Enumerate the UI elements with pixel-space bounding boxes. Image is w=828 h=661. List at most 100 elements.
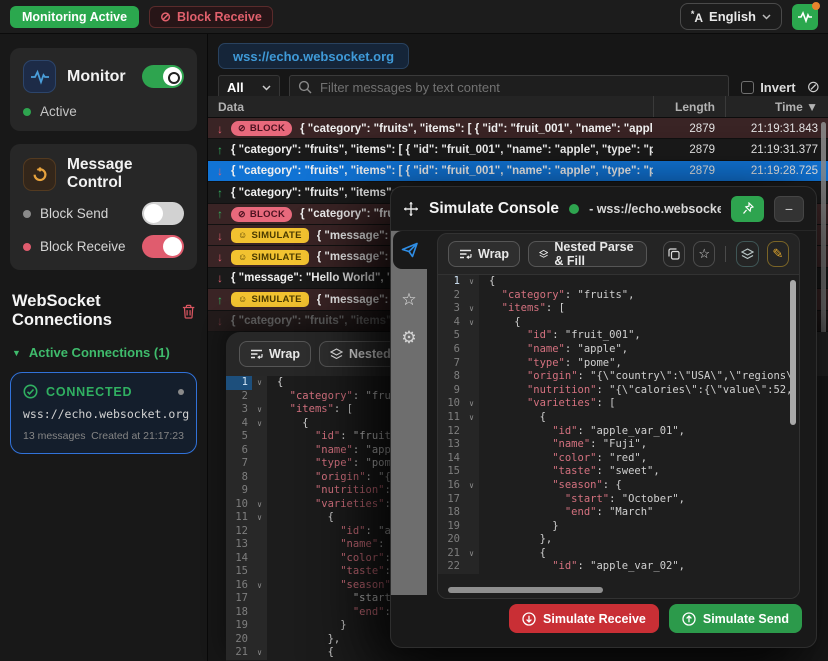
simulate-receive-label: Simulate Receive [543,612,646,626]
favorite-button[interactable]: ☆ [693,241,715,267]
fold-toggle-icon [464,506,479,520]
receive-arrow-icon: ↓ [217,122,231,136]
invert-checkbox[interactable] [741,81,754,94]
line-number: 17 [438,493,464,507]
tab-favorites[interactable]: ☆ [391,281,427,319]
fold-toggle-icon[interactable]: ∨ [464,397,479,411]
simulate-receive-button[interactable]: Simulate Receive [509,604,659,633]
code-line: 13 "name": "Fuji", [438,438,799,452]
code-text: } [267,619,347,633]
code-text: { [479,547,546,561]
code-line: 16∨ "season": { [438,479,799,493]
code-text: "id": "fruit_001", [479,329,641,343]
fold-toggle-icon[interactable]: ∨ [252,417,267,431]
fold-toggle-icon[interactable]: ∨ [464,275,479,289]
nested-parse-fill-button[interactable]: Nested Parse & Fill [528,241,647,267]
wrap-button[interactable]: Wrap [239,341,311,367]
modal-connection-url: - wss://echo.websocket.org [589,202,721,216]
modal-editor[interactable]: 1∨{2 "category": "fruits",3∨ "items": [4… [438,274,799,598]
message-control-card: Message Control Block Send Block Receive [10,144,197,270]
line-number: 9 [226,484,252,498]
code-text: "name": "Fuji", [479,438,647,452]
tab-simulate[interactable] [393,231,427,269]
nested-parse-fill-label: Nested Parse & Fill [554,240,635,268]
fold-toggle-icon [464,329,479,343]
line-number: 16 [438,479,464,493]
stack-view-button[interactable] [736,241,758,267]
fold-toggle-icon[interactable]: ∨ [464,479,479,493]
collapse-triangle-icon: ▼ [12,348,21,358]
code-text: "items": [ [479,302,565,316]
vertical-scrollbar[interactable] [790,280,796,425]
table-row[interactable]: ↓{ "category": "fruits", "items": [ { "i… [208,161,828,182]
fold-toggle-icon [464,438,479,452]
simulate-send-button[interactable]: Simulate Send [669,604,802,633]
line-number: 21 [226,646,252,660]
code-line: 3∨ "items": [ [438,302,799,316]
line-number: 3 [438,302,464,316]
fold-toggle-icon[interactable]: ∨ [252,498,267,512]
column-time-sort[interactable]: Time ▼ [725,96,828,117]
fold-toggle-icon[interactable]: ∨ [464,547,479,561]
code-text: { [267,511,334,525]
block-send-toggle[interactable] [142,202,184,225]
fold-toggle-icon[interactable]: ∨ [464,316,479,330]
fold-toggle-icon[interactable]: ∨ [464,302,479,316]
move-handle-icon[interactable] [403,201,419,217]
fold-toggle-icon[interactable]: ∨ [252,646,267,660]
line-number: 20 [438,533,464,547]
wrap-icon [250,349,263,359]
edit-button[interactable]: ✎ [767,241,789,267]
code-line: 4∨ { [438,316,799,330]
wrap-label: Wrap [269,347,300,361]
line-number: 7 [438,357,464,371]
code-text: } [479,520,559,534]
fold-toggle-icon[interactable]: ∨ [464,411,479,425]
tab-settings[interactable]: ⚙ [391,319,427,357]
code-line: 14 "color": "red", [438,452,799,466]
monitor-toggle[interactable] [142,65,184,88]
code-text: "varieties": [267,498,397,512]
connection-url-tab[interactable]: wss://echo.websocket.org [218,43,409,69]
monitor-title: Monitor [67,68,131,86]
horizontal-scrollbar[interactable] [448,587,603,593]
fold-toggle-icon [252,471,267,485]
code-line: 15 "taste": "sweet", [438,465,799,479]
connection-message-count: 13 messages [23,430,85,442]
extension-logo[interactable] [792,4,818,30]
fold-toggle-icon[interactable]: ∨ [252,403,267,417]
fold-toggle-icon[interactable]: ∨ [252,511,267,525]
copy-button[interactable] [663,241,685,267]
invert-filter[interactable]: Invert [741,80,795,95]
code-line: 9 "nutrition": "{\"calories\":{\"value\"… [438,384,799,398]
minimize-button[interactable]: − [774,196,804,222]
block-receive-dot [23,243,31,251]
code-text: "color": "red", [479,452,647,466]
pulse-icon [797,11,813,23]
code-line: 10∨ "varieties": [ [438,397,799,411]
code-text: "taste": [267,565,397,579]
block-receive-toggle[interactable] [142,235,184,258]
code-text: "varieties": [ [479,397,615,411]
connection-status-label: CONNECTED [46,385,170,399]
fold-toggle-icon [252,457,267,471]
monitoring-active-badge: Monitoring Active [10,6,139,28]
fold-toggle-icon[interactable]: ∨ [252,579,267,593]
connection-menu-dot[interactable] [178,389,184,395]
language-dropdown[interactable]: *A English [680,3,782,30]
layers-icon [330,348,343,360]
connection-card[interactable]: CONNECTED wss://echo.websocket.org 13 me… [10,372,197,454]
table-row[interactable]: ↑{ "category": "fruits", "items": [ { "i… [208,139,828,160]
active-connections-group[interactable]: ▼ Active Connections (1) [10,345,197,360]
block-icon: ⊘ [238,124,246,133]
fold-toggle-icon[interactable]: ∨ [252,376,267,390]
code-text: "type": "pome [267,457,397,471]
invert-label: Invert [760,80,795,95]
table-row[interactable]: ↓⊘BLOCK{ "category": "fruits", "items": … [208,118,828,139]
code-text: }, [267,633,340,647]
modal-wrap-button[interactable]: Wrap [448,241,520,267]
trash-icon[interactable] [182,303,195,320]
pin-button[interactable] [731,196,764,222]
code-text: "items": [ [267,403,353,417]
clear-filter-icon[interactable]: ⊘ [807,80,820,96]
